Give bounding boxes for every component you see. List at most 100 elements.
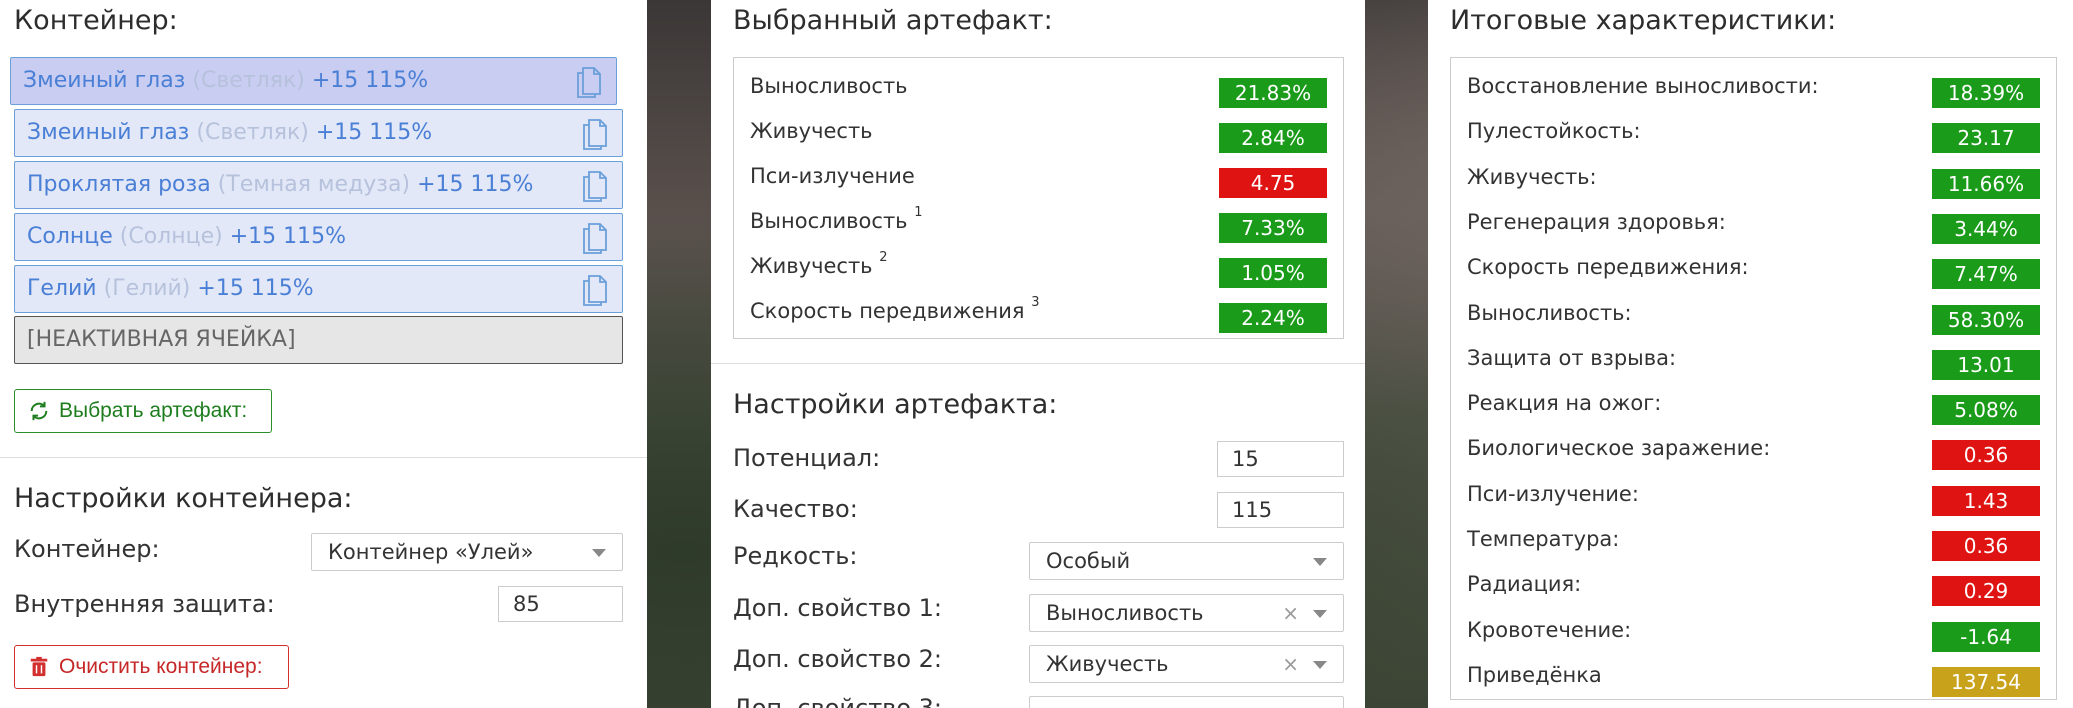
container-slot[interactable]: Проклятая роза (Темная медуза) +15 115% [14, 161, 623, 209]
stat-value: 0.36 [1932, 440, 2040, 471]
inactive-slot-label: [НЕАКТИВНАЯ ЯЧЕЙКА] [27, 327, 296, 352]
stat-row: Защита от взрыва: 13.01 [1451, 340, 2056, 384]
stat-footnote: 1 [914, 205, 923, 220]
stat-name-text: Выносливость [750, 74, 908, 98]
stat-row: Скорость передвижения: 7.47% [1451, 249, 2056, 293]
stat-row: Регенерация здоровья: 3.44% [1451, 204, 2056, 248]
stat-name-text: Выносливость: [1467, 300, 1632, 325]
stat-value: 5.08% [1932, 395, 2040, 426]
stat-row: Живучесть: 11.66% [1451, 159, 2056, 203]
prop3-select[interactable] [1029, 696, 1344, 708]
totals-panel: Итоговые характеристики: Восстановление … [1428, 0, 2073, 708]
stat-row: Выносливость 1 7.33% [734, 203, 1343, 247]
stat-name: Живучесть [750, 119, 873, 143]
stat-name-text: Защита от взрыва: [1467, 345, 1677, 370]
stat-name-text: Выносливость [750, 209, 908, 233]
choose-artifact-label: Выбрать артефакт: [59, 399, 248, 422]
stat-value: 21.83% [1219, 78, 1327, 108]
choose-artifact-button[interactable]: Выбрать артефакт: [14, 389, 272, 433]
copy-icon[interactable] [580, 117, 610, 151]
stat-value: 137.54 [1932, 666, 2040, 697]
container-slot[interactable]: Змеиный глаз (Светляк) +15 115% [14, 109, 623, 157]
prop2-label: Доп. свойство 2: [733, 645, 942, 673]
prop1-select[interactable]: Выносливость × [1029, 594, 1344, 632]
chevron-down-icon [592, 549, 606, 557]
stat-value: 58.30% [1932, 304, 2040, 335]
quality-value: 115 [1232, 498, 1273, 522]
chevron-down-icon [1313, 558, 1327, 566]
potential-input[interactable]: 15 [1217, 441, 1344, 477]
copy-icon[interactable] [580, 221, 610, 255]
copy-icon[interactable] [580, 169, 610, 203]
stat-name-text: Пси-излучение: [1467, 481, 1639, 506]
container-title: Контейнер: [14, 5, 178, 36]
prop2-select[interactable]: Живучесть × [1029, 645, 1344, 683]
rarity-value: Особый [1046, 549, 1131, 573]
stat-value: 1.05% [1219, 258, 1327, 288]
stat-value: 23.17 [1932, 123, 2040, 154]
copy-icon[interactable] [580, 273, 610, 307]
divider [0, 457, 647, 458]
container-type-value: Контейнер «Улей» [328, 540, 534, 564]
stat-name-text: Реакция на ожог: [1467, 391, 1662, 416]
stat-row: Пулестойкость: 23.17 [1451, 113, 2056, 157]
stat-value: -1.64 [1932, 621, 2040, 652]
stat-name: Пси-излучение: [1467, 482, 1639, 506]
stat-row: Температура: 0.36 [1451, 521, 2056, 565]
stat-name-text: Температура: [1467, 527, 1620, 551]
slot-bonus: +15 115% [229, 224, 347, 249]
stat-name: Радиация: [1467, 572, 1581, 596]
stat-name: Кровотечение: [1467, 618, 1631, 642]
stat-value: 7.47% [1932, 259, 2040, 290]
clear-icon[interactable]: × [1282, 595, 1299, 631]
stat-name-text: Биологическое заражение: [1467, 436, 1771, 461]
stat-name: Восстановление выносливости: [1467, 74, 1819, 98]
rarity-label: Редкость: [733, 542, 858, 570]
inner-protection-input[interactable]: 85 [498, 586, 623, 622]
stat-name: Живучесть: [1467, 165, 1597, 189]
stat-name-text: Радиация: [1467, 572, 1582, 597]
refresh-icon [30, 401, 48, 421]
artifact-settings-title: Настройки артефакта: [733, 389, 1058, 420]
stat-name: Температура: [1467, 527, 1619, 551]
stat-name-text: Пси-излучение [750, 164, 915, 188]
copy-icon[interactable] [574, 65, 604, 99]
stat-value: 18.39% [1932, 78, 2040, 108]
stat-row: Кровотечение: -1.64 [1451, 612, 2056, 656]
inactive-slot: [НЕАКТИВНАЯ ЯЧЕЙКА] [14, 316, 623, 364]
chevron-down-icon [1313, 610, 1327, 618]
clear-container-button[interactable]: Очистить контейнер: [14, 645, 289, 689]
container-slot[interactable]: Гелий (Гелий) +15 115% [14, 265, 623, 313]
stat-value: 1.43 [1932, 485, 2040, 516]
stat-name-text: Скорость передвижения: [1467, 255, 1749, 280]
stat-name-text: Живучесть: [1467, 164, 1597, 189]
stat-row: Скорость передвижения 3 2.24% [734, 293, 1343, 337]
container-slot[interactable]: Змеиный глаз (Светляк) +15 115% [10, 57, 617, 105]
clear-container-label: Очистить контейнер: [59, 655, 263, 678]
chevron-down-icon [1313, 661, 1327, 669]
totals-stats-box: Восстановление выносливости: 18.39% Пулест… [1450, 57, 2057, 700]
potential-value: 15 [1232, 447, 1259, 471]
prop2-value: Живучесть [1046, 652, 1169, 676]
trash-icon [30, 656, 48, 677]
container-slot[interactable]: Солнце (Солнце) +15 115% [14, 213, 623, 261]
artifact-panel: Выбранный артефакт: Выносливость 21.83% Жи… [711, 0, 1365, 708]
container-settings-title: Настройки контейнера: [14, 483, 353, 514]
container-type-select[interactable]: Контейнер «Улей» [311, 533, 623, 571]
stat-name: Пулестойкость: [1467, 119, 1641, 143]
totals-title: Итоговые характеристики: [1450, 5, 1837, 36]
quality-input[interactable]: 115 [1217, 492, 1344, 528]
prop3-label: Доп. свойство 3: [733, 694, 942, 708]
quality-label: Качество: [733, 495, 858, 523]
stat-name-text: Восстановление выносливости: [1467, 74, 1819, 98]
slot-bonus: +15 115% [311, 68, 429, 93]
slot-name: Солнце [27, 224, 113, 249]
stat-value: 2.84% [1219, 123, 1327, 153]
rarity-select[interactable]: Особый [1029, 542, 1344, 580]
inner-protection-label: Внутренняя защита: [14, 590, 275, 618]
stat-name-text: Кровотечение: [1467, 617, 1632, 642]
clear-icon[interactable]: × [1282, 646, 1299, 682]
slot-type: (Темная медуза) [217, 172, 411, 197]
slot-name: Проклятая роза [27, 172, 211, 197]
stat-row: Приведёнка 137.54 [1451, 657, 2056, 701]
